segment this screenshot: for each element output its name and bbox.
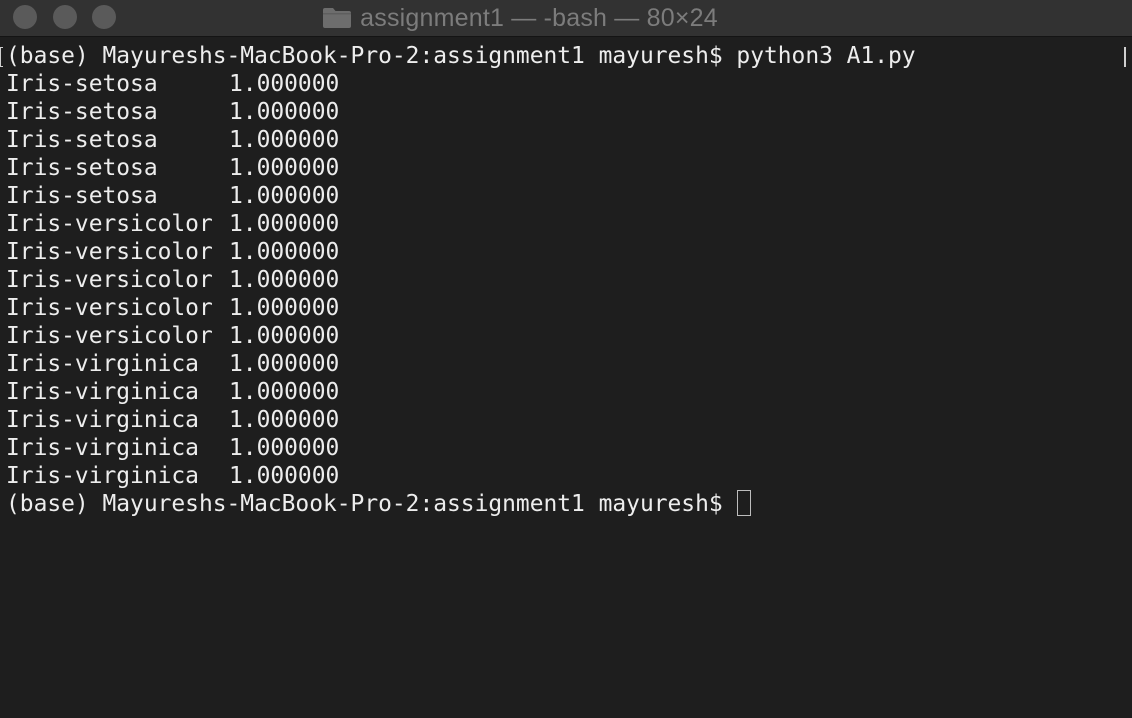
output-row: Iris-versicolor 1.000000 (6, 322, 1116, 350)
score-value: 1.000000 (229, 351, 340, 377)
species-label: Iris-versicolor (6, 211, 213, 237)
output-row: Iris-setosa 1.000000 (6, 182, 1116, 210)
output-row: Iris-setosa 1.000000 (6, 70, 1116, 98)
output-row: Iris-virginica 1.000000 (6, 462, 1116, 490)
terminal-window: assignment1 — -bash — 80×24 (base) Mayur… (0, 0, 1132, 718)
score-value: 1.000000 (229, 295, 340, 321)
species-label: Iris-setosa (6, 127, 158, 153)
terminal-output[interactable]: (base) Mayureshs-MacBook-Pro-2:assignmen… (6, 42, 1116, 712)
output-row: Iris-setosa 1.000000 (6, 98, 1116, 126)
score-value: 1.000000 (229, 323, 340, 349)
title-bar[interactable]: assignment1 — -bash — 80×24 (0, 0, 1132, 37)
species-label: Iris-virginica (6, 435, 199, 461)
score-value: 1.000000 (229, 239, 340, 265)
folder-icon (322, 7, 352, 29)
score-value: 1.000000 (229, 71, 340, 97)
species-label: Iris-versicolor (6, 267, 213, 293)
output-rows: Iris-setosa 1.000000 Iris-setosa 1.000000 Ir… (6, 70, 1116, 490)
window-title: assignment1 — -bash — 80×24 (360, 3, 718, 32)
command-line: (base) Mayureshs-MacBook-Pro-2:assignmen… (6, 43, 916, 69)
species-label: Iris-setosa (6, 183, 158, 209)
output-row: Iris-versicolor 1.000000 (6, 294, 1116, 322)
output-row: Iris-versicolor 1.000000 (6, 210, 1116, 238)
output-row: Iris-setosa 1.000000 (6, 126, 1116, 154)
output-row: Iris-versicolor 1.000000 (6, 266, 1116, 294)
output-row: Iris-virginica 1.000000 (6, 378, 1116, 406)
left-margin-marker (0, 47, 3, 67)
text-cursor (737, 490, 752, 516)
species-label: Iris-setosa (6, 99, 158, 125)
window-title-group: assignment1 — -bash — 80×24 (0, 0, 1132, 36)
species-label: Iris-versicolor (6, 323, 213, 349)
species-label: Iris-versicolor (6, 239, 213, 265)
score-value: 1.000000 (229, 127, 340, 153)
score-value: 1.000000 (229, 211, 340, 237)
score-value: 1.000000 (229, 463, 340, 489)
species-label: Iris-virginica (6, 407, 199, 433)
species-label: Iris-virginica (6, 379, 199, 405)
prompt-line[interactable]: (base) Mayureshs-MacBook-Pro-2:assignmen… (6, 490, 1116, 518)
score-value: 1.000000 (229, 183, 340, 209)
output-row: Iris-versicolor 1.000000 (6, 238, 1116, 266)
species-label: Iris-virginica (6, 463, 199, 489)
output-row: Iris-virginica 1.000000 (6, 406, 1116, 434)
score-value: 1.000000 (229, 267, 340, 293)
score-value: 1.000000 (229, 99, 340, 125)
output-row: Iris-virginica 1.000000 (6, 350, 1116, 378)
output-row: Iris-virginica 1.000000 (6, 434, 1116, 462)
prompt-text: (base) Mayureshs-MacBook-Pro-2:assignmen… (6, 491, 737, 517)
score-value: 1.000000 (229, 379, 340, 405)
score-value: 1.000000 (229, 435, 340, 461)
right-margin-marker (1124, 47, 1126, 67)
score-value: 1.000000 (229, 407, 340, 433)
species-label: Iris-setosa (6, 155, 158, 181)
species-label: Iris-versicolor (6, 295, 213, 321)
species-label: Iris-virginica (6, 351, 199, 377)
score-value: 1.000000 (229, 155, 340, 181)
output-row: Iris-setosa 1.000000 (6, 154, 1116, 182)
species-label: Iris-setosa (6, 71, 158, 97)
